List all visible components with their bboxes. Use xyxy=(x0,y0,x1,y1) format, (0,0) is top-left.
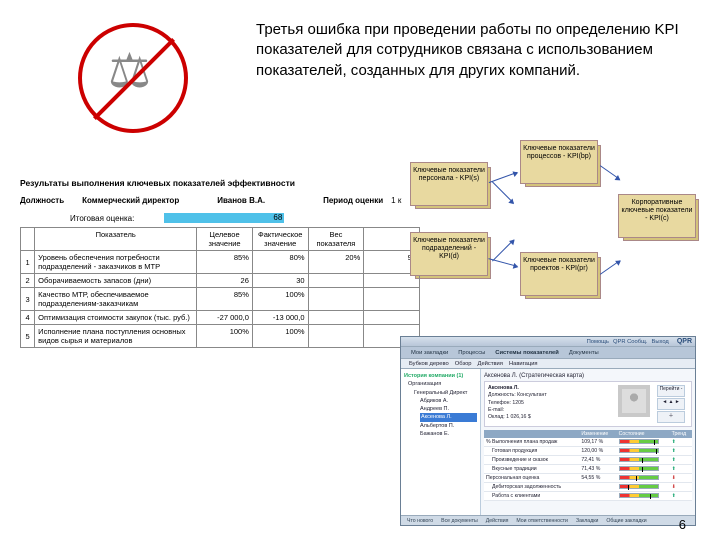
tree-item[interactable]: Абдиков А. xyxy=(420,397,477,405)
tree-item[interactable]: Генеральный Директ xyxy=(414,389,477,397)
metric-row[interactable]: Дебиторская задолженность⬇ xyxy=(484,483,692,492)
scorecard-main: Аксенова Л. (Стратегическая карта) Аксен… xyxy=(481,369,695,525)
kpi-report: Результаты выполнения ключевых показател… xyxy=(20,168,430,348)
hdr-weight: Вес показателя xyxy=(308,228,364,251)
menu-docs[interactable]: Документы xyxy=(569,350,599,356)
metric-row[interactable]: Персональная оценка54,55 %⬇ xyxy=(484,474,692,483)
tree-item[interactable]: Андреев П. xyxy=(420,405,477,413)
person-photo xyxy=(618,385,650,417)
app-menu: Мои закладки Процессы Системы показателе… xyxy=(401,347,695,359)
metric-row[interactable]: % Выполнения плана продаж109,17 %⬆ xyxy=(484,438,692,447)
table-row: 1Уровень обеспечения потребности подразд… xyxy=(21,251,420,274)
metric-row[interactable]: Работа с клиентами⬆ xyxy=(484,492,692,501)
tree-item-selected[interactable]: Аксенова Л. xyxy=(420,413,477,421)
table-row: 3Качество МТР, обеспечиваемое подразделе… xyxy=(21,288,420,311)
sb-actions[interactable]: Действия xyxy=(486,518,509,524)
app-topbar: Помощь QPR Сообщ. Выход QPR xyxy=(401,337,695,347)
tool-actions[interactable]: Действия xyxy=(478,361,503,367)
sb-whatsnew[interactable]: Что нового xyxy=(407,518,433,524)
hdr-fact: Фактическое значение xyxy=(252,228,308,251)
box-kpi-c: Корпоративные ключевые показатели - KPI(… xyxy=(618,194,696,238)
table-row: 5Исполнение плана поступления основных в… xyxy=(21,325,420,348)
tree-item[interactable]: Организация xyxy=(408,380,477,388)
position-value: Коммерческий директор xyxy=(82,196,179,205)
org-tree: История компании (1) Организация Генерал… xyxy=(401,369,481,525)
kpi-diagram: Ключевые показатели персонала - KPI(s) К… xyxy=(400,122,700,322)
report-person: Иванов В.А. xyxy=(217,196,265,205)
kpi-table: Показатель Целевое значение Фактическое … xyxy=(20,227,420,348)
nav-arrows[interactable]: ◄ ▲ ► xyxy=(657,398,685,410)
metric-row[interactable]: Готовая продукция120,00 %⬆ xyxy=(484,447,692,456)
menu-bookmarks[interactable]: Мои закладки xyxy=(411,350,448,356)
no-scales-icon: ⚖ xyxy=(70,15,205,140)
table-row: 2Оборачиваемость запасов (дни)2630 xyxy=(21,274,420,288)
metric-row[interactable]: Произведение и сказок72,41 %⬆ xyxy=(484,456,692,465)
sb-bk[interactable]: Закладки xyxy=(576,518,598,524)
slide-paragraph: Третья ошибка при проведении работы по о… xyxy=(256,20,696,81)
community-link[interactable]: QPR Сообщ. xyxy=(613,339,648,345)
box-kpi-s: Ключевые показатели персонала - KPI(s) xyxy=(410,162,488,206)
card-title: Аксенова Л. (Стратегическая карта) xyxy=(484,373,692,379)
menu-scorecards[interactable]: Системы показателей xyxy=(495,350,559,356)
period-label: Период оценки xyxy=(323,196,383,205)
tool-tree[interactable]: Бубков дерево xyxy=(409,361,449,367)
sb-alldocs[interactable]: Все документы xyxy=(441,518,478,524)
person-email: E-mail: xyxy=(488,407,504,413)
person-salary: Оклад: 1 026,16 $ xyxy=(488,414,531,420)
logout-link[interactable]: Выход xyxy=(651,339,668,345)
person-role: Должность: Консультант xyxy=(488,392,547,398)
final-value: 68 xyxy=(164,213,284,223)
brand-logo: QPR xyxy=(677,338,692,345)
position-label: Должность xyxy=(20,196,64,205)
goto-button[interactable]: Перейти - xyxy=(657,385,685,397)
app-toolbar: Бубков дерево Обзор Действия Навигация xyxy=(401,359,695,369)
person-name: Аксенова Л. xyxy=(488,385,519,391)
scorecard-app: Помощь QPR Сообщ. Выход QPR Мои закладки… xyxy=(400,336,696,526)
person-info: Аксенова Л. Должность: Консультант Телеф… xyxy=(488,385,547,423)
hdr-target: Целевое значение xyxy=(197,228,253,251)
box-kpi-bp: Ключевые показатели процессов - KPI(bp) xyxy=(520,140,598,184)
tool-view[interactable]: Обзор xyxy=(455,361,472,367)
box-kpi-d: Ключевые показатели подразделений - KPI(… xyxy=(410,232,488,276)
tool-nav[interactable]: Навигация xyxy=(509,361,538,367)
page-number: 6 xyxy=(679,517,686,532)
final-label: Итоговая оценка: xyxy=(70,214,134,223)
sb-my[interactable]: Мои ответственности xyxy=(516,518,568,524)
report-title: Результаты выполнения ключевых показател… xyxy=(20,178,430,188)
table-row: 4Оптимизация стоимости закупок (тыс. руб… xyxy=(21,311,420,325)
box-kpi-pr: Ключевые показатели проектов - KPI(pr) xyxy=(520,252,598,296)
hdr-indicator: Показатель xyxy=(35,228,197,251)
help-link[interactable]: Помощь xyxy=(587,339,609,345)
tree-item[interactable]: Альбертов П. xyxy=(420,422,477,430)
menu-processes[interactable]: Процессы xyxy=(458,350,485,356)
metric-row[interactable]: Вкусные традиции71,43 %⬆ xyxy=(484,465,692,474)
app-statusbar: Что нового Все документы Действия Мои от… xyxy=(401,515,695,525)
person-phone: Телефон: 1205 xyxy=(488,400,524,406)
tree-item[interactable]: Бажанов Е. xyxy=(420,430,477,438)
nav-plus[interactable]: ＋ xyxy=(657,411,685,423)
sb-shared[interactable]: Общие закладки xyxy=(606,518,646,524)
metrics-table: ИзменениеСостояниеТренд % Выполнения пла… xyxy=(484,430,692,501)
tree-root[interactable]: История компании (1) xyxy=(404,372,477,380)
